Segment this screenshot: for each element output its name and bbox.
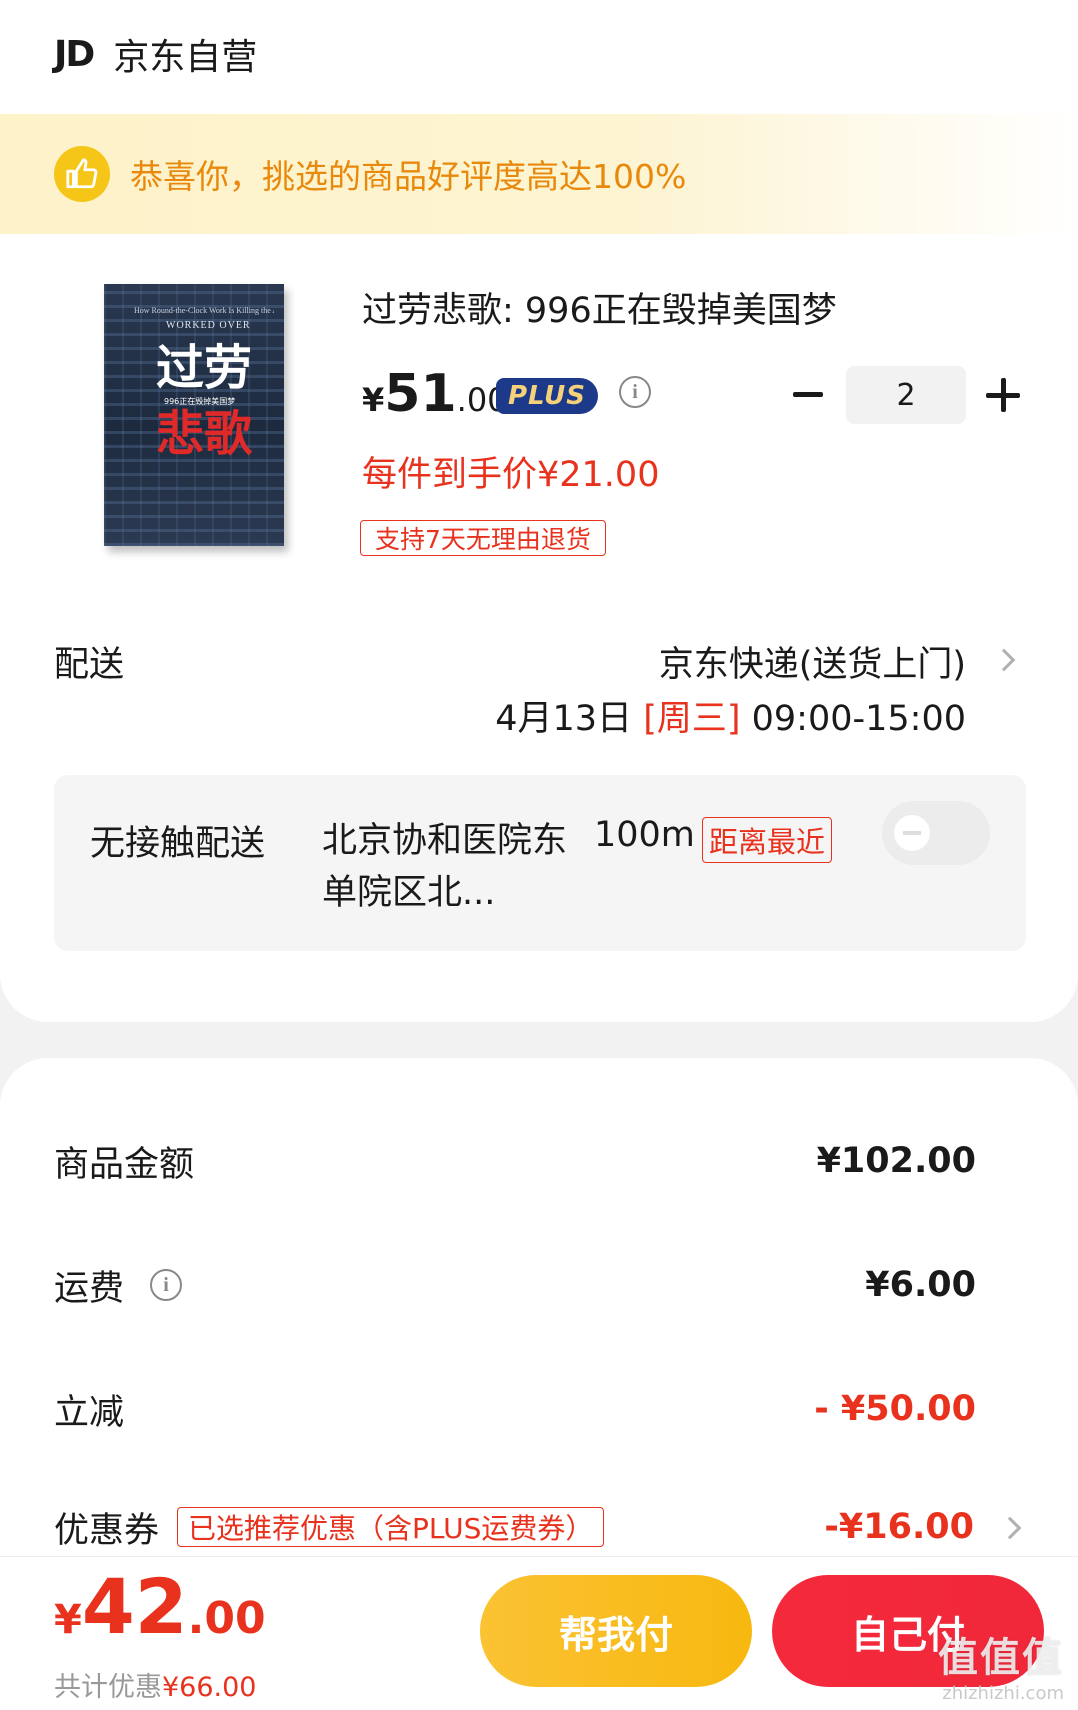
quantity-increase-button[interactable] xyxy=(986,378,1020,412)
total-price: ¥ 42 .00 xyxy=(54,1569,266,1645)
delivery-time[interactable]: 4月13日 [周三] 09:00-15:00 xyxy=(495,690,966,741)
product-image[interactable]: How Round-the-Clock Work Is Killing the … xyxy=(104,284,284,546)
quantity-input[interactable]: 2 xyxy=(846,366,966,424)
product-price: ¥ 51 .00 xyxy=(362,364,508,428)
freight-label: 运费 xyxy=(54,1268,125,1309)
cover-title-bottom: 悲歌 xyxy=(156,406,253,462)
checkout-bar: ¥ 42 .00 共计优惠¥66.00 帮我付 自己付 值值值 zhizhizh… xyxy=(0,1556,1078,1710)
freight-row: 运费 i ¥6.00 xyxy=(54,1260,976,1310)
final-unit-price: 每件到手价¥21.00 xyxy=(362,455,660,495)
contactless-delivery-panel: 无接触配送 北京协和医院东单院区北... 100m 距离最近 xyxy=(54,775,1026,951)
contactless-toggle[interactable] xyxy=(882,801,990,865)
praise-text: 恭喜你，挑选的商品好评度高达100% xyxy=(130,157,687,196)
praise-banner: 恭喜你，挑选的商品好评度高达100% xyxy=(0,114,1078,234)
watermark-url: zhizhizhi.com xyxy=(942,1683,1064,1704)
instant-discount-value: - ¥50.00 xyxy=(814,1389,976,1429)
plus-badge: PLUS xyxy=(496,378,598,414)
goods-amount-row: 商品金额 ¥102.00 xyxy=(54,1136,976,1186)
delivery-slot: 09:00-15:00 xyxy=(751,699,966,739)
help-pay-button[interactable]: 帮我付 xyxy=(480,1575,752,1687)
price-integer: 51 xyxy=(384,364,457,424)
cover-english-title: WORKED OVER xyxy=(166,320,251,331)
cover-title-top: 过劳 xyxy=(156,340,253,396)
thumbs-up-icon xyxy=(54,146,110,202)
toggle-knob xyxy=(894,815,930,851)
instant-discount-row: 立减 - ¥50.00 xyxy=(54,1384,976,1434)
delivery-method[interactable]: 京东快递(送货上门) xyxy=(659,636,966,687)
total-symbol: ¥ xyxy=(54,1597,82,1643)
coupon-value: -¥16.00 xyxy=(824,1507,974,1547)
product-title[interactable]: 过劳悲歌: 996正在毁掉美国梦 xyxy=(362,282,837,333)
goods-amount-value: ¥102.00 xyxy=(816,1141,976,1181)
price-info-icon[interactable]: i xyxy=(619,376,651,408)
goods-amount-label: 商品金额 xyxy=(54,1144,195,1185)
delivery-date: 4月13日 xyxy=(495,699,633,739)
coupon-tag: 已选推荐优惠（含PLUS运费券） xyxy=(177,1507,605,1547)
delivery-chevron-right-icon[interactable] xyxy=(992,648,1016,672)
delivery-weekday: [周三] xyxy=(643,699,741,739)
coupon-row[interactable]: 优惠券 已选推荐优惠（含PLUS运费券） -¥16.00 xyxy=(54,1502,1026,1552)
coupon-chevron-right-icon[interactable] xyxy=(998,1516,1022,1540)
pickup-place[interactable]: 北京协和医院东单院区北... xyxy=(322,815,572,919)
watermark: 值值值 zhizhizhi.com xyxy=(938,1625,1064,1704)
shop-name: 京东自营 xyxy=(113,37,258,78)
freight-info-icon[interactable]: i xyxy=(150,1269,183,1301)
instant-discount-label: 立减 xyxy=(54,1392,125,1433)
cover-english-line: How Round-the-Clock Work Is Killing the … xyxy=(134,306,274,315)
contactless-label: 无接触配送 xyxy=(90,824,266,864)
pickup-distance: 100m xyxy=(594,815,695,855)
delivery-label: 配送 xyxy=(54,645,125,685)
saved-amount: ¥66.00 xyxy=(162,1672,257,1703)
quantity-decrease-button[interactable] xyxy=(788,372,828,416)
price-symbol: ¥ xyxy=(362,381,385,419)
jd-logo: JD xyxy=(54,33,95,75)
total-decimal: .00 xyxy=(187,1593,266,1644)
freight-value: ¥6.00 xyxy=(865,1265,976,1305)
total-integer: 42 xyxy=(81,1562,188,1651)
watermark-logo: 值值值 xyxy=(938,1635,1064,1681)
nearest-tag: 距离最近 xyxy=(702,817,833,863)
coupon-label: 优惠券 xyxy=(54,1510,160,1551)
return-policy-tag: 支持7天无理由退货 xyxy=(360,520,606,556)
total-saved: 共计优惠¥66.00 xyxy=(54,1665,256,1704)
saved-label: 共计优惠 xyxy=(54,1672,162,1703)
shop-header[interactable]: JD 京东自营 xyxy=(54,28,257,80)
order-card: JD 京东自营 恭喜你，挑选的商品好评度高达100% How Round-the… xyxy=(0,0,1078,1022)
